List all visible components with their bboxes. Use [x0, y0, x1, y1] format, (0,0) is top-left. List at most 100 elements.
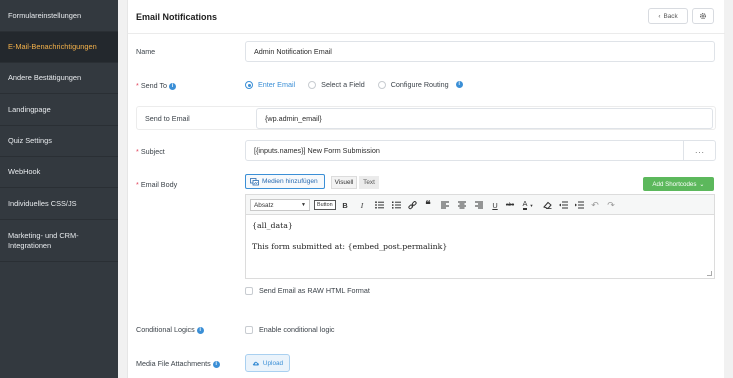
app-window: Formulareinstellungen E-Mail-Benachricht…: [0, 0, 733, 378]
format-select-value: Absatz: [254, 201, 274, 209]
enable-conditional-option[interactable]: Enable conditional logic: [245, 325, 335, 334]
sidebar-item-landing-page[interactable]: Landingpage: [0, 94, 118, 126]
chevron-left-icon: ‹: [658, 12, 661, 20]
sidebar-item-label: Quiz Settings: [8, 136, 52, 145]
insert-button-tool[interactable]: Button: [314, 200, 336, 210]
settings-sidebar: Formulareinstellungen E-Mail-Benachricht…: [0, 0, 118, 378]
editor-content[interactable]: {all_data} This form submitted at: {embe…: [252, 221, 447, 263]
name-input[interactable]: Admin Notification Email: [245, 41, 715, 62]
page-title: Email Notifications: [136, 12, 218, 22]
tab-text[interactable]: Text: [359, 176, 379, 189]
radio-checked-icon: [245, 80, 253, 89]
sidebar-item-email-notifications[interactable]: E-Mail-Benachrichtigungen: [0, 32, 118, 63]
upload-button[interactable]: Upload: [245, 354, 290, 372]
attachments-label-text: Media File Attachments: [136, 359, 211, 368]
send-to-options: Enter Email Select a Field Configure Rou…: [245, 80, 463, 89]
align-left-icon[interactable]: [439, 199, 451, 211]
required-marker: *: [136, 147, 139, 156]
conditional-logic-label-text: Conditional Logics: [136, 325, 195, 334]
send-to-email-input[interactable]: {wp.admin_email}: [256, 108, 713, 129]
subject-label-text: Subject: [140, 147, 165, 156]
info-icon[interactable]: i: [455, 81, 463, 88]
sidebar-item-label: E-Mail-Benachrichtigungen: [8, 42, 97, 51]
send-to-label-text: Send To: [140, 81, 168, 90]
header-divider: [128, 33, 725, 34]
sidebar-item-label: WebHook: [8, 167, 41, 176]
sidebar-item-label: Landingpage: [8, 104, 51, 114]
sidebar-item-custom-css-js[interactable]: Individuelles CSS/JS: [0, 188, 118, 220]
checkbox-icon: [245, 286, 253, 295]
sidebar-item-quiz-settings[interactable]: Quiz Settings: [0, 126, 118, 157]
radio-label: Select a Field: [321, 80, 365, 89]
name-label: Name: [136, 47, 156, 56]
required-marker: *: [136, 180, 139, 189]
back-button-label: Back: [663, 12, 678, 20]
add-media-button[interactable]: Medien hinzufügen: [245, 174, 325, 189]
bullet-list-icon[interactable]: [373, 199, 385, 211]
sidebar-item-label: Marketing- und CRM-: [8, 230, 79, 240]
back-button[interactable]: ‹ Back: [648, 8, 688, 24]
media-icon: [250, 177, 259, 185]
sidebar-item-label: Formulareinstellungen: [8, 10, 82, 20]
checkbox-icon: [245, 325, 253, 334]
info-icon[interactable]: i: [169, 82, 177, 90]
subject-shortcode-button[interactable]: ...: [683, 140, 716, 161]
radio-label: Enter Email: [258, 80, 296, 89]
text-color-icon[interactable]: A ▼: [520, 199, 536, 211]
radio-configure-routing[interactable]: Configure Routing i: [377, 80, 463, 89]
format-select[interactable]: Absatz ▼: [250, 199, 310, 211]
radio-enter-email[interactable]: Enter Email: [245, 80, 295, 89]
add-shortcodes-label: Add Shortcodes: [652, 180, 697, 188]
send-to-email-label: Send to Email: [145, 114, 190, 123]
radio-unchecked-icon: [308, 80, 317, 89]
editor-toolbar: Absatz ▼ Button B I ❝ U abc A ▼ ↶ ↷: [246, 195, 714, 215]
conditional-logic-label: Conditional Logics i: [136, 325, 204, 334]
required-marker: *: [136, 81, 139, 90]
undo-icon[interactable]: ↶: [589, 199, 601, 211]
info-icon[interactable]: i: [212, 360, 220, 368]
resize-handle-icon[interactable]: [707, 271, 712, 276]
rich-text-editor: Absatz ▼ Button B I ❝ U abc A ▼ ↶ ↷ {all…: [245, 194, 715, 279]
radio-unchecked-icon: [377, 80, 386, 89]
sidebar-item-form-settings[interactable]: Formulareinstellungen: [0, 0, 118, 32]
numbered-list-icon[interactable]: [390, 199, 402, 211]
subject-input[interactable]: [{inputs.names}] New Form Submission: [245, 140, 716, 161]
email-notification-card: Email Notifications ‹ Back Name Admin No…: [127, 0, 725, 378]
raw-html-option[interactable]: Send Email as RAW HTML Format: [245, 286, 370, 295]
underline-icon[interactable]: U: [489, 199, 501, 211]
enable-conditional-label: Enable conditional logic: [259, 325, 335, 334]
sidebar-item-other-confirmations[interactable]: Andere Bestätigungen: [0, 63, 118, 94]
attachments-label: Media File Attachments i: [136, 359, 220, 368]
email-body-label-text: Email Body: [140, 180, 178, 189]
email-body-label: * Email Body: [136, 180, 177, 189]
settings-button[interactable]: [692, 8, 714, 24]
align-right-icon[interactable]: [473, 199, 485, 211]
send-to-label: * Send To i: [136, 81, 177, 90]
tab-visual[interactable]: Visuell: [331, 176, 357, 189]
italic-icon[interactable]: I: [356, 199, 368, 211]
link-icon[interactable]: [406, 199, 418, 211]
redo-icon[interactable]: ↷: [605, 199, 617, 211]
indent-icon[interactable]: [573, 199, 585, 211]
radio-label: Configure Routing: [390, 80, 449, 89]
raw-html-label: Send Email as RAW HTML Format: [259, 286, 370, 295]
outdent-icon[interactable]: [557, 199, 569, 211]
strikethrough-icon[interactable]: abc: [504, 199, 516, 211]
bold-icon[interactable]: B: [339, 199, 351, 211]
gear-icon: [699, 12, 707, 20]
blockquote-icon[interactable]: ❝: [422, 199, 434, 211]
subject-label: * Subject: [136, 147, 165, 156]
sidebar-item-label-line2: Integrationen: [8, 240, 52, 250]
editor-line: This form submitted at: {embed_post.perm…: [252, 242, 448, 251]
info-icon[interactable]: i: [196, 326, 204, 334]
upload-label: Upload: [262, 359, 284, 367]
radio-select-field[interactable]: Select a Field: [308, 80, 365, 89]
add-shortcodes-button[interactable]: Add Shortcodes ⌄: [643, 177, 714, 191]
align-center-icon[interactable]: [456, 199, 468, 211]
sidebar-item-marketing-crm[interactable]: Marketing- und CRM- Integrationen: [0, 220, 118, 262]
add-media-label: Medien hinzufügen: [262, 178, 318, 185]
upload-cloud-icon: [252, 361, 259, 366]
main-content: Email Notifications ‹ Back Name Admin No…: [118, 0, 733, 378]
sidebar-item-webhook[interactable]: WebHook: [0, 157, 118, 188]
eraser-icon[interactable]: [541, 199, 553, 211]
